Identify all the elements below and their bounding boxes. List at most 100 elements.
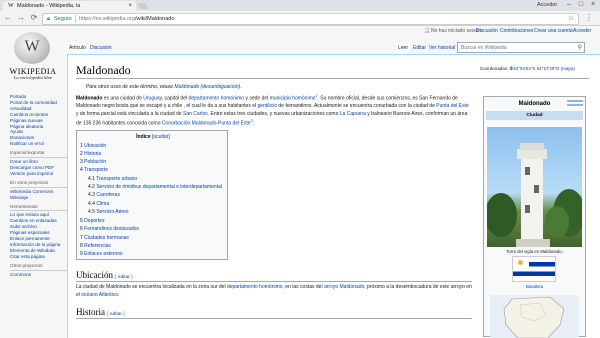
- sidebar-heading-other[interactable]: En otros proyectos: [10, 180, 68, 188]
- sidebar-heading-lang[interactable]: Otros proyectos: [10, 263, 68, 271]
- sidebar-link[interactable]: Información de la página: [10, 242, 68, 248]
- tab-discussion[interactable]: Discusión: [88, 43, 114, 53]
- coordinates: Coordenadas: 🌐︎34°54′52″S 54°57′29″O (ma…: [480, 66, 575, 71]
- address-divider: [75, 15, 76, 23]
- flag-label[interactable]: Bandera: [484, 284, 585, 289]
- address-bar[interactable]: 🔒︎ Seguro https://es.wikipedia.org/wiki/…: [42, 13, 579, 25]
- toc-item[interactable]: 7 Ciudades hermanas: [80, 235, 129, 241]
- toc-item[interactable]: 5 Deportes: [80, 218, 104, 224]
- sidebar: Portada Portal de la comunidad Actualida…: [10, 94, 68, 277]
- map-outline-icon: [503, 296, 565, 338]
- link-departamento[interactable]: departamento homónimo: [188, 96, 244, 102]
- toc-item[interactable]: 1 Ubicación: [80, 143, 106, 149]
- sun-icon: [513, 257, 529, 267]
- url-host: https://es.wikipedia.org: [79, 16, 135, 22]
- section-edit: [ editar ]: [115, 275, 133, 280]
- tab-read[interactable]: Leer: [396, 43, 411, 53]
- sidebar-link[interactable]: Wikiviaje: [10, 195, 68, 201]
- tab-title: Maldonado - Wikipedia, la: [17, 3, 81, 9]
- secure-label: Seguro: [54, 16, 72, 22]
- toc-item[interactable]: 9 Enlaces externos: [80, 251, 123, 257]
- page-title: Maldonado: [76, 63, 131, 77]
- bookmark-star-icon[interactable]: ☆: [568, 14, 574, 24]
- user-profile-button[interactable]: Accedor: [537, 1, 557, 9]
- intro-bold: Maldonado: [76, 95, 103, 102]
- minimize-icon[interactable]: –: [563, 0, 575, 10]
- create-account-link[interactable]: Crear una cuenta: [534, 28, 573, 35]
- intro-text: , capital del: [161, 95, 189, 102]
- flag-image[interactable]: [512, 256, 556, 282]
- toc-item[interactable]: 6 Fernandinos destacados: [80, 226, 139, 232]
- para-text: La ciudad de Maldonado se encuentra loca…: [76, 284, 227, 290]
- user-icon: 👤︎: [424, 28, 431, 34]
- tab-edit[interactable]: Editar: [411, 43, 428, 53]
- watchtower-image-icon: [487, 143, 582, 247]
- link-la-capuera[interactable]: La Capuera: [340, 111, 366, 117]
- link-municipio[interactable]: municipio homónimo: [270, 96, 316, 102]
- link-punta-del-este[interactable]: Punta del Este: [436, 103, 469, 109]
- url-text: https://es.wikipedia.org/wiki/Maldonado: [79, 14, 174, 24]
- infobox: Maldonado Ciudad Torre del vigía en Mald…: [483, 96, 586, 338]
- link-san-carlos[interactable]: San Carlos: [183, 111, 208, 117]
- browser-menu-icon[interactable]: ⋮: [585, 13, 593, 23]
- toc-item[interactable]: 3 Población: [80, 159, 106, 165]
- new-tab-button[interactable]: [137, 3, 149, 9]
- section-title: Ubicación: [76, 270, 113, 280]
- intro-text: .: [252, 121, 254, 128]
- sidebar-link[interactable]: Commons: [10, 272, 68, 278]
- tab-article[interactable]: Artículo: [67, 43, 88, 53]
- sidebar-heading-print[interactable]: Imprimir/exportar: [10, 150, 68, 159]
- location-map[interactable]: [490, 295, 579, 338]
- wikipedia-globe-logo-icon[interactable]: [14, 32, 50, 64]
- sidebar-link[interactable]: Notificar un error: [10, 141, 68, 147]
- toc-toggle[interactable]: [ocultar]: [152, 134, 170, 140]
- city-photo[interactable]: [487, 127, 582, 247]
- flag-thumbnail[interactable]: [567, 98, 583, 108]
- toc-item[interactable]: 8 Referencias: [80, 243, 111, 249]
- para-text: .: [117, 291, 120, 298]
- coordinates-link[interactable]: 34°54′52″S 54°57′29″O (mapa): [513, 66, 575, 71]
- not-logged-in-text: No has iniciado sesión: [431, 28, 482, 34]
- toc-item[interactable]: 4.1 Transporte urbano: [88, 176, 137, 182]
- link-arroyo[interactable]: arroyo Maldonado: [324, 284, 364, 290]
- edit-link[interactable]: editar: [118, 275, 130, 280]
- login-link[interactable]: Acceder: [573, 28, 591, 35]
- link-oceano[interactable]: océano Atlántico: [81, 292, 118, 298]
- infobox-subtitle: Ciudad: [486, 111, 583, 120]
- reload-icon[interactable]: ⟳: [29, 13, 39, 23]
- browser-tab[interactable]: W Maldonado - Wikipedia, la ×: [3, 1, 136, 11]
- contributions-link[interactable]: Contribuciones: [500, 28, 533, 35]
- section-title: Historia: [76, 307, 105, 317]
- table-of-contents: Índice [ocultar] 1 Ubicación 2 Historia …: [76, 130, 228, 260]
- sidebar-link[interactable]: Versión para imprimir: [10, 171, 68, 177]
- forward-icon[interactable]: →: [16, 13, 26, 23]
- sidebar-link[interactable]: Citar esta página: [10, 254, 68, 260]
- link-uruguay[interactable]: Uruguay: [143, 96, 162, 102]
- toc-item[interactable]: 4.2 Servicio de ómnibus departamental e …: [88, 184, 222, 190]
- toc-item[interactable]: 2 Historia: [80, 151, 101, 157]
- search-input[interactable]: Buscar en Wikipedia ⚲: [457, 42, 585, 53]
- wikipedia-favicon-icon: W: [8, 3, 14, 9]
- toc-item[interactable]: 4 Transporte: [80, 167, 108, 173]
- back-icon[interactable]: ←: [3, 13, 13, 23]
- link-conurbacion[interactable]: Conurbación Maldonado-Punta del Este: [162, 121, 251, 127]
- tab-history[interactable]: Ver historial: [427, 43, 457, 53]
- toc-item[interactable]: 4.4 Clima: [88, 201, 109, 207]
- section-heading-ubicacion: Ubicación [ editar ]: [76, 270, 133, 280]
- tab-close-icon[interactable]: ×: [128, 1, 132, 11]
- logo-tagline: La enciclopedia libre: [13, 75, 53, 80]
- toc-item[interactable]: 4.5 Servicio Aéreo: [88, 209, 129, 215]
- close-window-icon[interactable]: ×: [587, 0, 599, 10]
- photo-caption: Torre del vigía en Maldonado.: [506, 249, 563, 254]
- search-icon[interactable]: ⚲: [578, 43, 582, 54]
- ubicacion-paragraph: La ciudad de Maldonado se encuentra loca…: [76, 284, 472, 299]
- disambiguation-link[interactable]: Maldonado (desambiguación): [174, 84, 240, 90]
- search-placeholder: Buscar en Wikipedia: [461, 45, 507, 51]
- edit-link[interactable]: editar: [110, 312, 122, 317]
- link-departamento[interactable]: departamento homónimo: [227, 284, 283, 290]
- sidebar-heading-tools[interactable]: Herramientas: [10, 204, 68, 212]
- toc-item[interactable]: 4.3 Carreteras: [88, 192, 120, 198]
- link-gentilicio[interactable]: gentilicio: [258, 103, 277, 109]
- maximize-icon[interactable]: □: [575, 0, 587, 10]
- talk-link[interactable]: Discusión: [476, 28, 498, 35]
